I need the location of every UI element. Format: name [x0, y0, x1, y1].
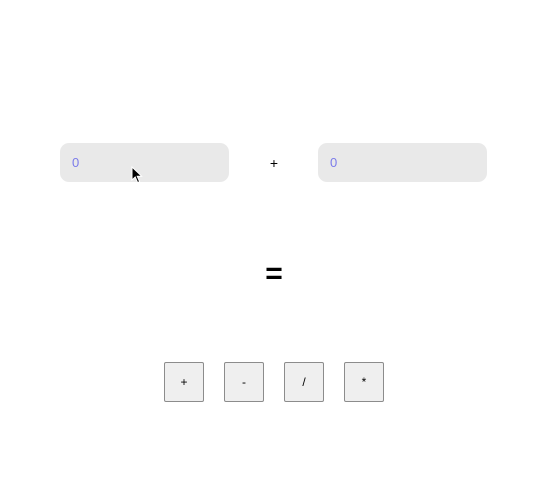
subtract-button[interactable]: - — [224, 362, 264, 402]
divide-button[interactable]: / — [284, 362, 324, 402]
add-button[interactable]: + — [164, 362, 204, 402]
multiply-button[interactable]: * — [344, 362, 384, 402]
first-operand-input[interactable] — [60, 143, 229, 182]
second-operand-input[interactable] — [318, 143, 487, 182]
operator-display: + — [269, 155, 279, 171]
equals-sign: = — [265, 257, 283, 290]
